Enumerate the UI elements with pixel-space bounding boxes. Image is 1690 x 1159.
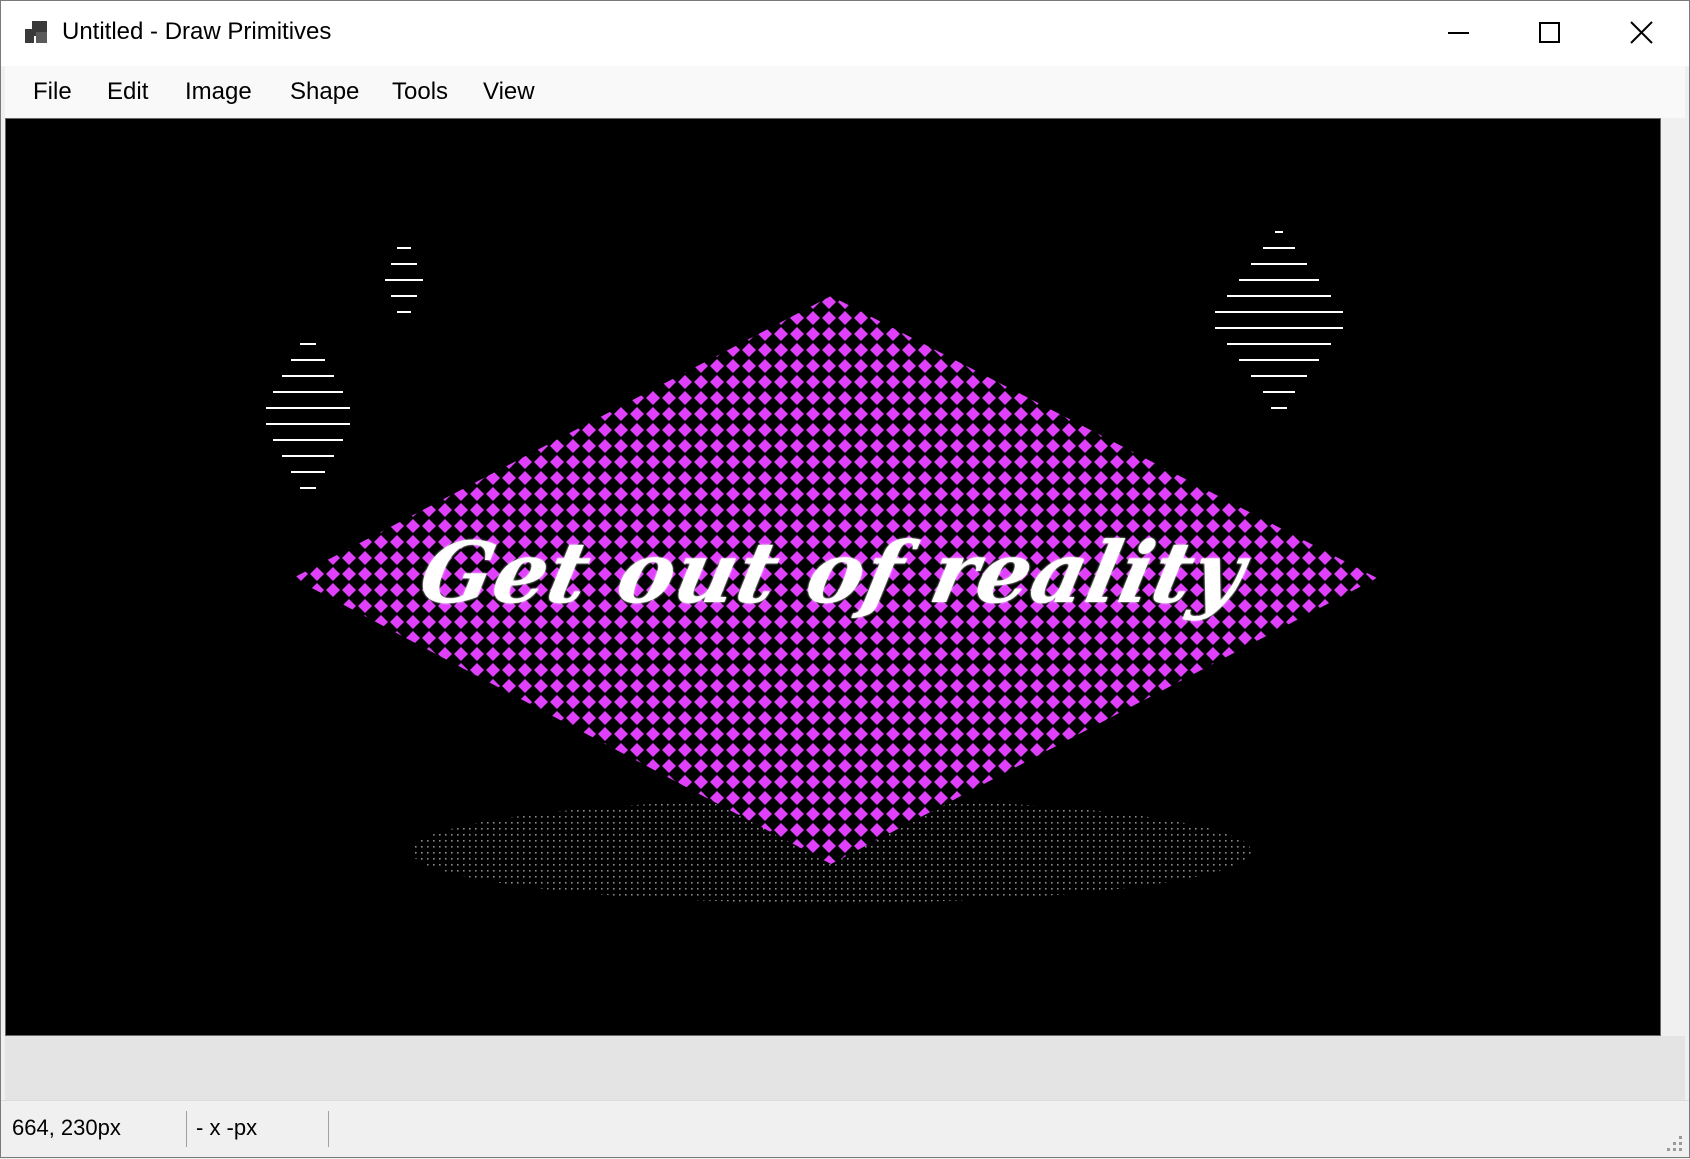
status-divider [186, 1111, 187, 1147]
close-button[interactable] [1596, 0, 1688, 66]
window-title: Untitled - Draw Primitives [62, 18, 332, 45]
striped-diamond-large [1215, 231, 1343, 409]
cursor-position-readout: 664, 230px [12, 1115, 121, 1140]
title-bar[interactable]: Untitled - Draw Primitives [0, 0, 1690, 66]
draw-primitives-app-icon [25, 21, 47, 43]
menu-bar: File Edit Image Shape Tools View [5, 66, 1685, 118]
minimize-button[interactable] [1412, 0, 1504, 66]
status-divider [328, 1111, 329, 1147]
minimize-icon [1448, 32, 1469, 34]
striped-diamond-small [385, 247, 423, 313]
menu-edit[interactable]: Edit [97, 74, 158, 110]
canvas-margin [5, 1036, 1685, 1100]
menu-view[interactable]: View [473, 74, 545, 110]
resize-grip-icon[interactable] [1662, 1131, 1684, 1153]
drawing-canvas[interactable]: Get out of reality [5, 118, 1661, 1036]
menu-image[interactable]: Image [175, 74, 262, 110]
selection-size-readout: - x -px [196, 1115, 258, 1140]
maximize-button[interactable] [1504, 0, 1596, 66]
canvas-text-slogan: Get out of reality [411, 523, 1255, 622]
menu-tools[interactable]: Tools [382, 74, 458, 110]
striped-diamond-medium [266, 343, 350, 489]
status-bar: 664, 230px - x -px [0, 1100, 1690, 1159]
menu-file[interactable]: File [23, 74, 82, 110]
close-icon [1630, 21, 1653, 44]
maximize-icon [1539, 22, 1560, 43]
app-window: Untitled - Draw Primitives File Edit Ima… [0, 0, 1690, 1159]
menu-shape[interactable]: Shape [280, 74, 369, 110]
